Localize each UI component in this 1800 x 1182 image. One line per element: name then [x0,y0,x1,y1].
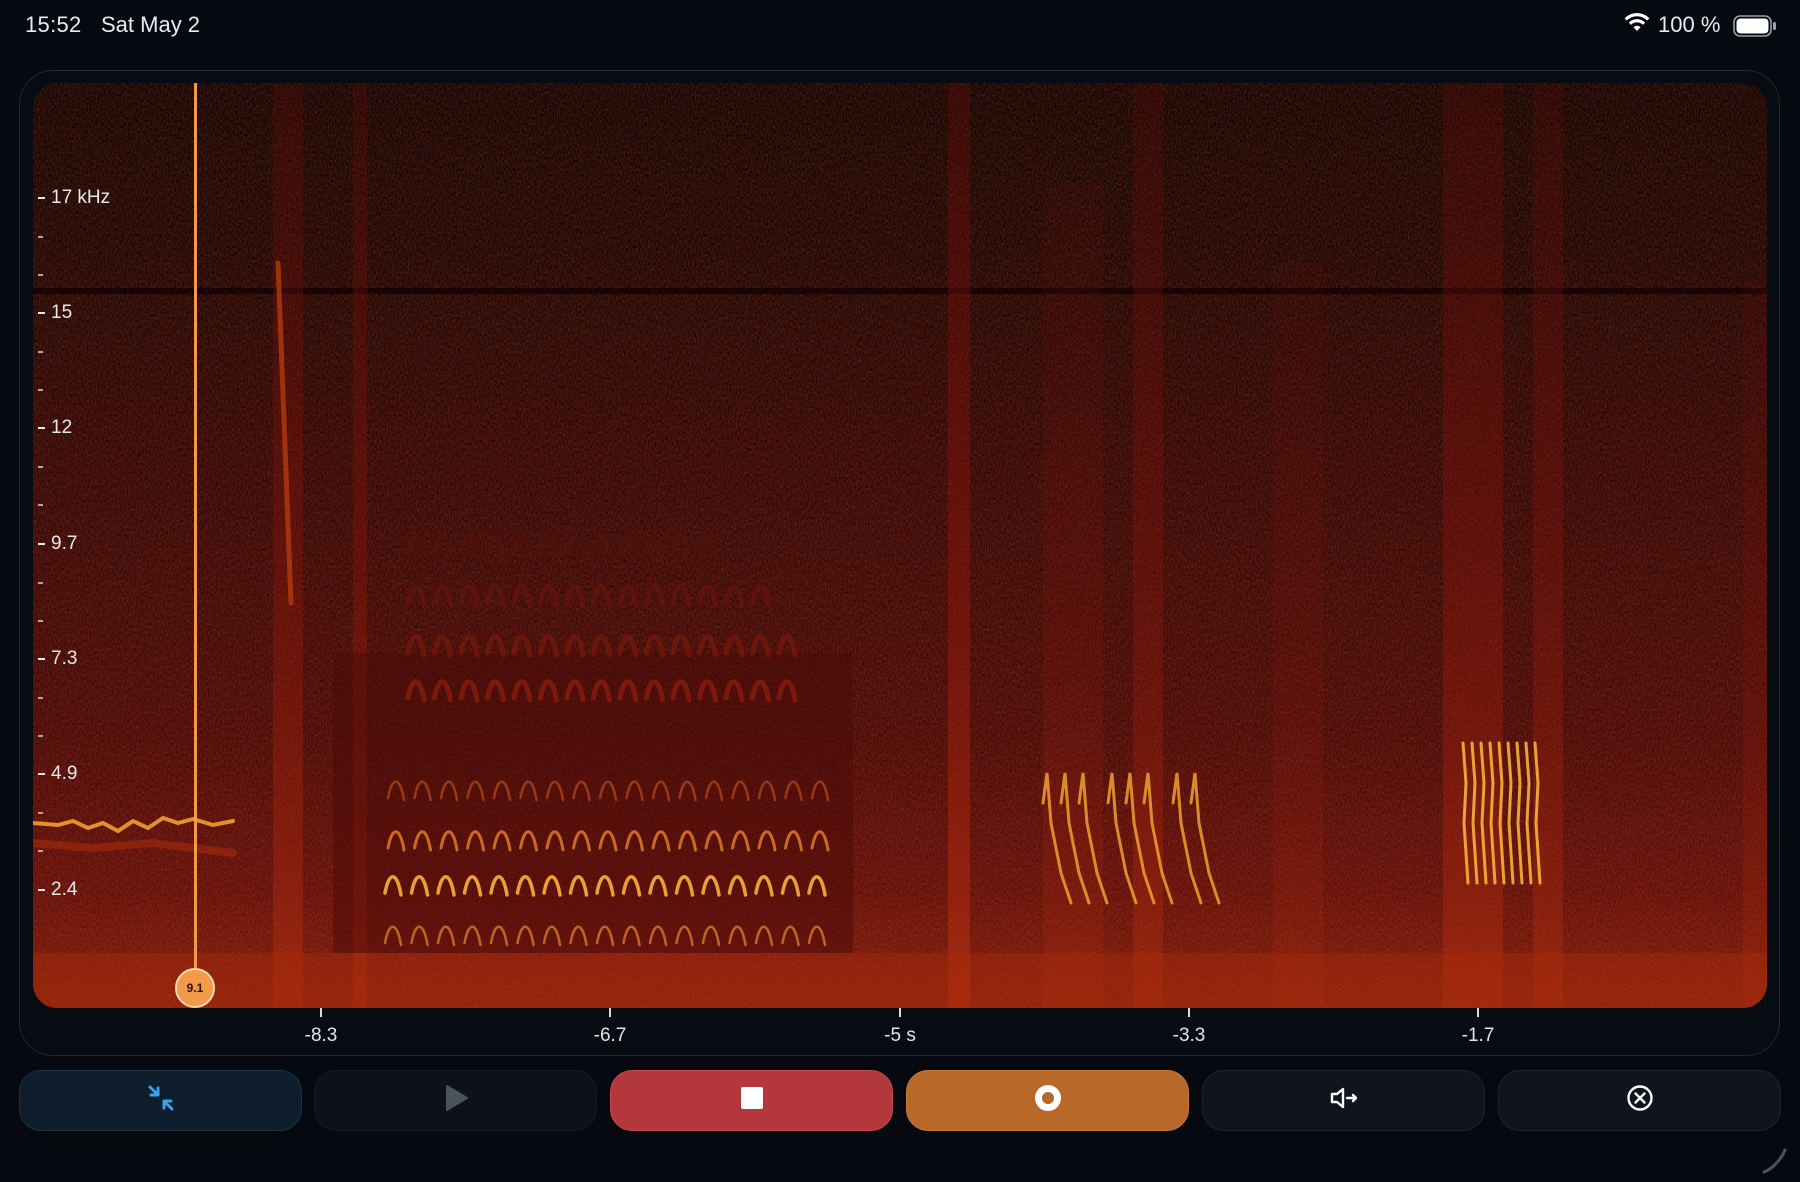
playhead-handle[interactable]: 9.1 [175,968,215,1008]
status-date: Sat May 2 [101,12,201,37]
play-button[interactable] [314,1070,597,1131]
x-tick-mark [1188,1008,1190,1017]
toolbar [0,1070,1800,1134]
x-tick-mark [1477,1008,1479,1017]
collapse-arrows-icon [146,1083,176,1118]
x-tick-label: -8.3 [304,1025,338,1046]
stop-button[interactable] [610,1070,893,1131]
x-tick-label: -6.7 [593,1025,627,1046]
close-button[interactable] [1498,1070,1781,1131]
playhead-value: 9.1 [186,981,204,995]
stop-icon [740,1086,764,1115]
wifi-icon [1624,13,1650,38]
status-time: 15:52 [25,12,82,37]
close-circle-icon [1626,1084,1654,1117]
resize-grip-icon[interactable] [1760,1146,1788,1179]
record-button[interactable] [906,1070,1189,1131]
speaker-button[interactable] [1202,1070,1485,1131]
battery-percentage: 100 % [1658,12,1721,37]
battery-icon [1733,15,1777,42]
x-tick-mark [899,1008,901,1017]
speaker-output-icon [1329,1085,1359,1116]
status-bar: 15:52 Sat May 2 100 % [0,0,1800,52]
collapse-button[interactable] [19,1070,302,1131]
play-icon [443,1084,469,1117]
spectrogram-view[interactable] [33,83,1767,1008]
x-tick-mark [609,1008,611,1017]
x-tick-label: -1.7 [1461,1025,1495,1046]
x-tick-label: -3.3 [1172,1025,1206,1046]
x-tick-label: -5 s [884,1025,916,1046]
record-icon [1033,1083,1063,1118]
time-axis: -8.3 -6.7 -5 s -3.3 -1.7 [0,1008,1800,1048]
playhead-line[interactable] [194,83,197,988]
spectrogram-image [33,83,1767,1008]
x-tick-mark [320,1008,322,1017]
